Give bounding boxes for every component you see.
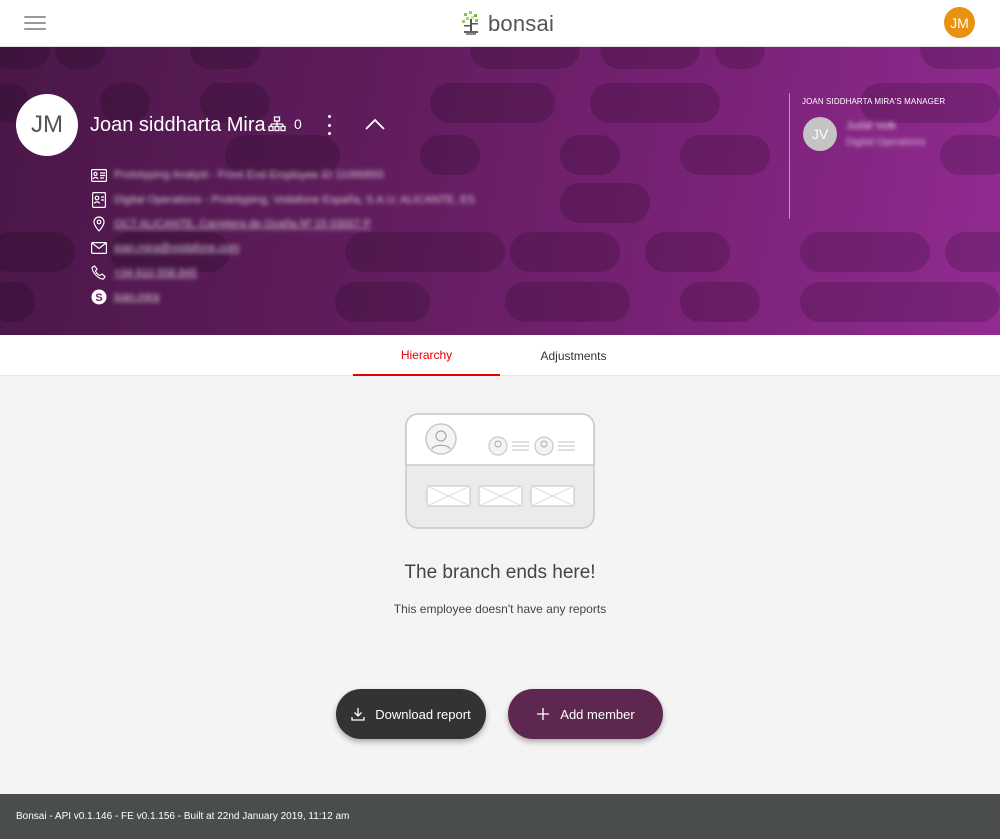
empty-state-illustration <box>405 413 595 534</box>
user-avatar[interactable]: JM <box>944 7 975 38</box>
download-icon <box>351 708 365 721</box>
reports-counter[interactable]: 0 <box>268 116 302 132</box>
phone-link[interactable]: +34 610 558 845 <box>114 267 197 279</box>
svg-text:S: S <box>95 292 102 304</box>
chevron-up-icon[interactable] <box>364 117 386 136</box>
mail-icon <box>90 239 108 257</box>
empty-state-subtitle: This employee doesn't have any reports <box>393 602 607 616</box>
logo-text: bonsai <box>488 11 555 36</box>
tab-hierarchy[interactable]: Hierarchy <box>353 335 500 376</box>
add-member-button[interactable]: Add member <box>508 689 663 739</box>
skype-link[interactable]: joan.mira <box>114 291 159 303</box>
manager-department: Digital Operations <box>846 137 926 148</box>
profile-name: Joan siddharta Mira <box>90 114 266 136</box>
logo[interactable]: bonsai <box>460 10 554 38</box>
badge-icon <box>90 191 108 209</box>
email-link[interactable]: joan.mira@vodafone.com <box>114 242 240 254</box>
job-title: Prototyping Analyst - Front End Employee… <box>114 169 384 182</box>
tab-bar: Hierarchy Adjustments <box>0 335 1000 376</box>
profile-avatar: JM <box>16 94 78 156</box>
download-report-button[interactable]: Download report <box>336 689 486 739</box>
bonsai-tree-icon <box>462 11 478 35</box>
detail-organization: Digital Operations - Prototyping, Vodafo… <box>90 187 475 211</box>
detail-phone[interactable]: +34 610 558 845 <box>90 261 475 285</box>
download-report-label: Download report <box>375 706 471 722</box>
detail-skype[interactable]: S joan.mira <box>90 285 475 309</box>
plus-icon <box>537 708 550 720</box>
phone-icon <box>90 264 108 282</box>
manager-name[interactable]: Judal Volk <box>846 120 896 132</box>
footer: Bonsai - API v0.1.146 - FE v0.1.156 - Bu… <box>0 794 1000 839</box>
profile-header: JM Joan siddharta Mira 0 Prototyping Ana… <box>0 47 1000 335</box>
footer-build-info: Bonsai - API v0.1.146 - FE v0.1.156 - Bu… <box>16 811 350 822</box>
manager-panel: JOAN SIDDHARTA MIRA'S MANAGER JV Judal V… <box>789 93 1000 219</box>
profile-details: Prototyping Analyst - Front End Employee… <box>90 163 475 309</box>
location-link[interactable]: OCT ALICANTE, Carretera de Ocaña Nº 15 0… <box>114 218 371 230</box>
hamburger-icon[interactable] <box>24 16 46 30</box>
detail-job: Prototyping Analyst - Front End Employee… <box>90 163 475 187</box>
add-member-label: Add member <box>560 706 635 722</box>
location-icon <box>90 215 108 233</box>
more-options-icon[interactable] <box>320 113 338 137</box>
detail-email[interactable]: joan.mira@vodafone.com <box>90 236 475 260</box>
tab-adjustments[interactable]: Adjustments <box>500 335 647 376</box>
org-chart-icon <box>268 116 286 132</box>
manager-label: JOAN SIDDHARTA MIRA'S MANAGER <box>802 97 946 106</box>
top-bar: bonsai JM <box>0 0 1000 47</box>
id-card-icon <box>90 166 108 184</box>
manager-avatar[interactable]: JV <box>803 117 837 151</box>
organization: Digital Operations - Prototyping, Vodafo… <box>114 193 475 206</box>
reports-count: 0 <box>294 116 302 132</box>
skype-icon: S <box>90 288 108 306</box>
detail-location[interactable]: OCT ALICANTE, Carretera de Ocaña Nº 15 0… <box>90 212 475 236</box>
empty-state-title: The branch ends here! <box>404 562 596 583</box>
